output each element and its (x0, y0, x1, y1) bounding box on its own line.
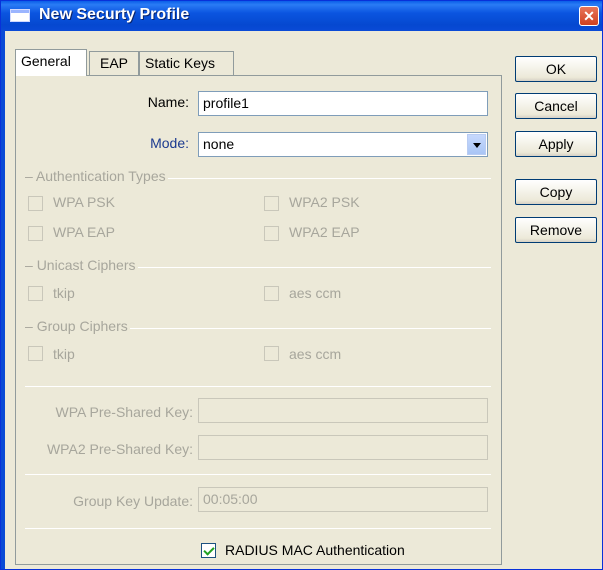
tab-general[interactable]: General (15, 49, 87, 76)
close-icon: ✕ (583, 8, 595, 24)
wpa-psk-label: WPA PSK (53, 194, 115, 210)
auth-types-title: – Authentication Types (25, 168, 168, 184)
window-border (1, 31, 5, 569)
close-button[interactable]: ✕ (579, 6, 599, 26)
wpa-psk-key-label: WPA Pre-Shared Key: (55, 404, 193, 420)
radius-mac-auth-checkbox[interactable] (201, 543, 216, 558)
name-input[interactable]: profile1 (198, 91, 488, 116)
group-aes-ccm-label: aes ccm (289, 346, 342, 362)
group-key-update-label: Group Key Update: (73, 493, 193, 509)
tab-eap[interactable]: EAP (89, 51, 139, 75)
cancel-button[interactable]: Cancel (515, 93, 597, 119)
security-profile-window: New Securty Profile ✕ General EAP Static… (0, 0, 603, 570)
copy-button[interactable]: Copy (515, 179, 597, 205)
window-title: New Securty Profile (39, 6, 190, 23)
ciphers-separator (25, 386, 491, 387)
mode-label[interactable]: Mode: (101, 135, 189, 151)
wpa2-eap-checkbox[interactable] (264, 226, 279, 241)
wpa-eap-label: WPA EAP (53, 224, 115, 240)
chevron-down-icon[interactable] (467, 134, 486, 155)
unicast-tkip-checkbox[interactable] (28, 286, 43, 301)
ok-button[interactable]: OK (515, 56, 597, 82)
wpa2-psk-key-label: WPA2 Pre-Shared Key: (46, 441, 193, 457)
group-tkip-label: tkip (53, 346, 75, 362)
keys-separator (25, 474, 491, 475)
wpa2-eap-label: WPA2 EAP (289, 224, 360, 240)
radius-mac-auth-label[interactable]: RADIUS MAC Authentication (225, 542, 405, 558)
mode-select[interactable]: none (198, 132, 488, 157)
group-key-update-input[interactable]: 00:05:00 (198, 487, 488, 512)
wpa-psk-key-input[interactable] (198, 398, 488, 423)
wpa-eap-checkbox[interactable] (28, 226, 43, 241)
group-ciphers-title: – Group Ciphers (25, 318, 130, 334)
unicast-aes-ccm-label: aes ccm (289, 285, 342, 301)
wpa-psk-checkbox[interactable] (28, 196, 43, 211)
title-bar[interactable]: New Securty Profile ✕ (1, 1, 602, 31)
unicast-aes-ccm-checkbox[interactable] (264, 286, 279, 301)
tab-static-keys[interactable]: Static Keys (139, 51, 234, 75)
unicast-tkip-label: tkip (53, 285, 75, 301)
apply-button[interactable]: Apply (515, 131, 597, 157)
radius-separator (25, 528, 491, 529)
name-label: Name: (147, 94, 189, 110)
mode-select-value: none (203, 136, 235, 152)
wpa2-psk-label: WPA2 PSK (289, 194, 360, 210)
unicast-ciphers-title: – Unicast Ciphers (25, 257, 138, 273)
window-icon (10, 9, 30, 22)
remove-button[interactable]: Remove (515, 217, 597, 243)
wpa2-psk-key-input[interactable] (198, 435, 488, 460)
wpa2-psk-checkbox[interactable] (264, 196, 279, 211)
group-aes-ccm-checkbox[interactable] (264, 346, 279, 361)
group-tkip-checkbox[interactable] (28, 346, 43, 361)
